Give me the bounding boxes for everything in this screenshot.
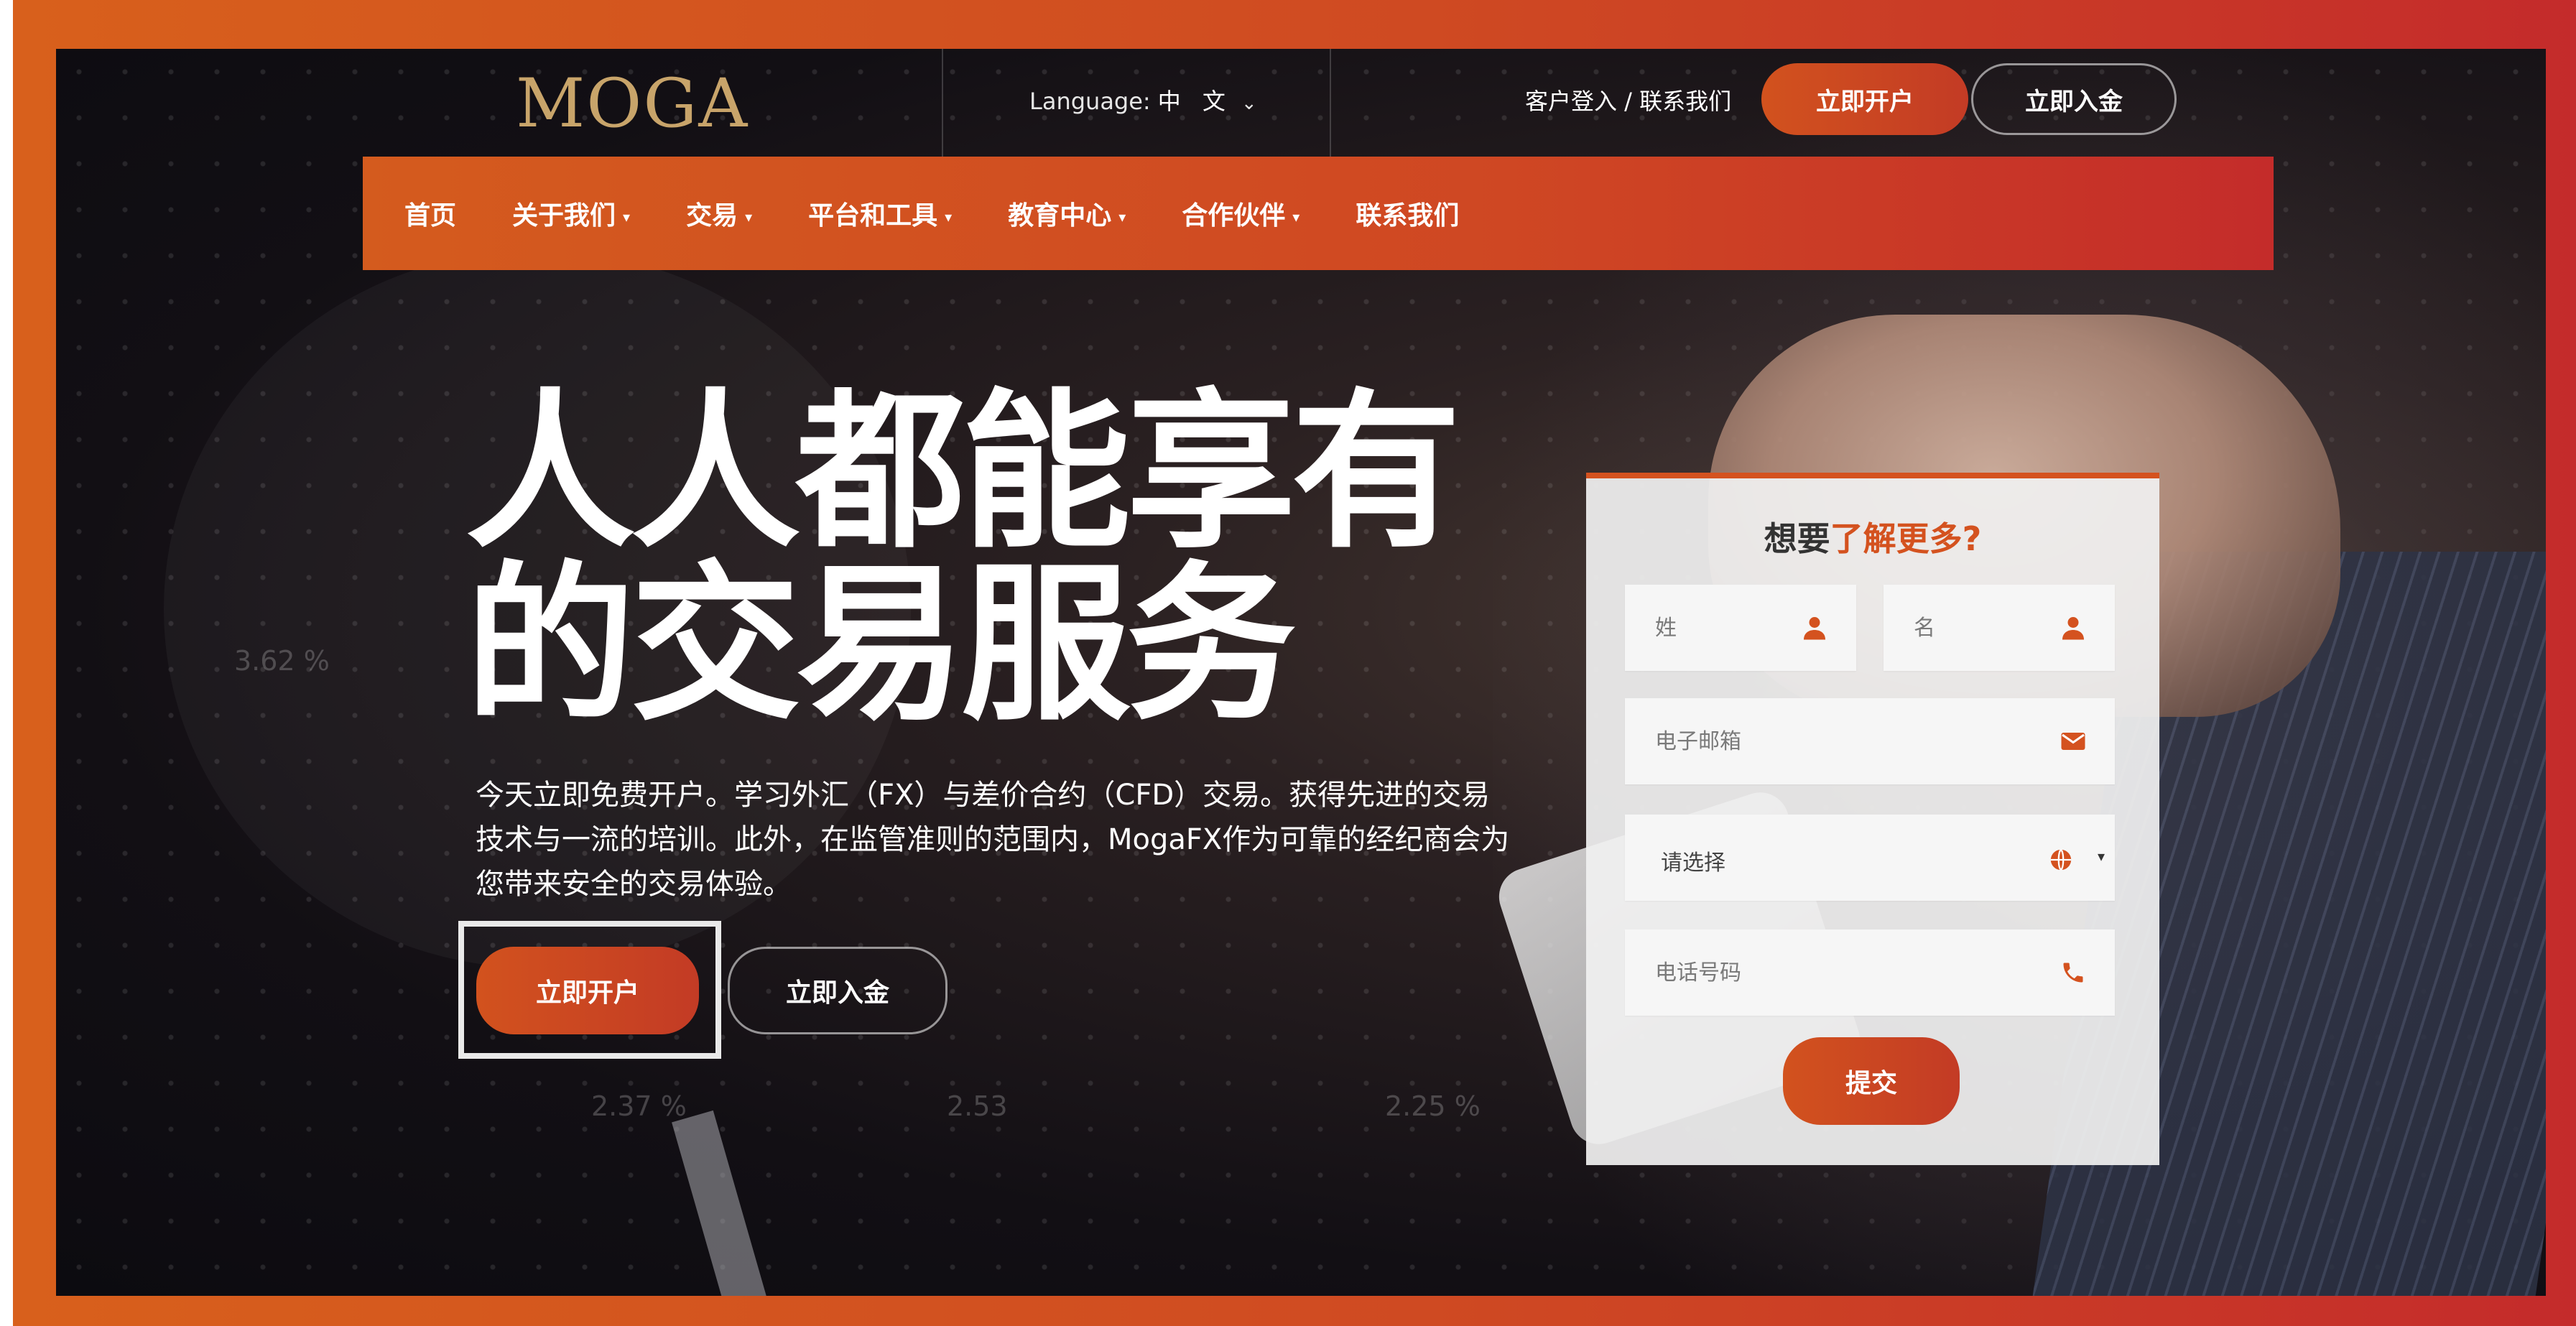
bg-stat: 2.37 % <box>591 1090 687 1122</box>
country-select-value: 请选择 <box>1661 850 1725 876</box>
nav-item-label: 联系我们 <box>1356 201 1460 231</box>
hero-stage: 3.62 % 2.37 % 2.53 2.25 % MOGA Language:… <box>56 49 2546 1296</box>
nav-item-label: 合作伙伴 <box>1182 201 1286 231</box>
hero-title-line: 人人都能享有 <box>465 374 1461 571</box>
last-name-field <box>1625 585 1856 671</box>
hero-open-account-button[interactable]: 立即开户 <box>476 947 699 1034</box>
user-icon <box>1804 617 1825 640</box>
user-icon <box>2062 617 2084 640</box>
nav-item-label: 关于我们 <box>512 201 616 231</box>
header-divider <box>942 49 943 157</box>
header-deposit-button[interactable]: 立即入金 <box>1971 63 2177 135</box>
site-header: MOGA Language: 中 文 ⌄ 客户登入 / 联系我们 立即开户 立即入金 <box>56 49 2546 157</box>
bg-stat: 2.25 % <box>1385 1090 1481 1122</box>
caret-down-icon: ▾ <box>2097 848 2105 865</box>
form-title: 想要了解更多? <box>1586 513 2159 560</box>
bg-stat: 3.62 % <box>234 645 330 677</box>
nav-item-education[interactable]: 教育中心 ▾ <box>1008 195 1126 232</box>
hero-description: 今天立即免费开户。学习外汇（FX）与差价合约（CFD）交易。获得先进的交易技术与… <box>476 779 1510 901</box>
hero-deposit-button[interactable]: 立即入金 <box>728 947 948 1034</box>
nav-item-partners[interactable]: 合作伙伴 ▾ <box>1182 195 1299 232</box>
page-edge <box>0 0 13 1326</box>
nav-item-label: 平台和工具 <box>808 201 938 231</box>
header-open-account-button[interactable]: 立即开户 <box>1761 63 1968 135</box>
globe-icon <box>2050 849 2072 871</box>
moga-logo[interactable]: MOGA <box>516 65 749 143</box>
hero-title: 人人都能享有 的交易服务 <box>465 374 1461 743</box>
nav-item-label: 教育中心 <box>1008 201 1112 231</box>
caret-down-icon: ▾ <box>1292 208 1300 226</box>
first-name-field <box>1884 585 2115 671</box>
nav-item-about[interactable]: 关于我们 ▾ <box>512 195 630 232</box>
nav-item-platforms[interactable]: 平台和工具 ▾ <box>808 195 952 232</box>
inquiry-form: 想要了解更多? 请选择 ▾ 提交 <box>1586 473 2159 1165</box>
nav-item-trading[interactable]: 交易 ▾ <box>686 195 752 232</box>
main-nav: 首页 关于我们 ▾ 交易 ▾ 平台和工具 ▾ 教育中心 ▾ 合作伙伴 ▾ 联系我们 <box>363 157 2274 270</box>
bg-stat: 2.53 <box>947 1090 1008 1122</box>
nav-item-label: 首页 <box>404 201 457 231</box>
phone-input[interactable] <box>1625 929 2115 1016</box>
form-title-accent: 了解更多? <box>1830 519 1982 558</box>
caret-down-icon: ▾ <box>623 208 631 226</box>
caret-down-icon: ▾ <box>1118 208 1126 226</box>
hero-title-line: 的交易服务 <box>465 546 1296 743</box>
phone-icon <box>2063 963 2083 983</box>
login-contact-links[interactable]: 客户登入 / 联系我们 <box>1525 83 1731 116</box>
country-select[interactable]: 请选择 ▾ <box>1625 815 2115 901</box>
caret-down-icon: ▾ <box>945 208 953 226</box>
nav-item-home[interactable]: 首页 <box>404 195 456 232</box>
form-title-plain: 想要 <box>1764 519 1830 558</box>
email-input[interactable] <box>1625 698 2115 784</box>
language-label: Language: <box>1029 88 1151 115</box>
chevron-down-icon: ⌄ <box>1241 93 1257 114</box>
phone-field <box>1625 929 2115 1016</box>
nav-item-contact[interactable]: 联系我们 <box>1356 195 1459 232</box>
envelope-icon <box>2061 733 2085 750</box>
email-field <box>1625 698 2115 784</box>
language-selector[interactable]: Language: 中 文 ⌄ <box>1029 83 1257 116</box>
header-divider <box>1330 49 1331 157</box>
submit-button[interactable]: 提交 <box>1783 1037 1960 1125</box>
caret-down-icon: ▾ <box>745 208 753 226</box>
nav-item-label: 交易 <box>686 201 738 231</box>
language-value: 中 文 <box>1157 88 1233 115</box>
